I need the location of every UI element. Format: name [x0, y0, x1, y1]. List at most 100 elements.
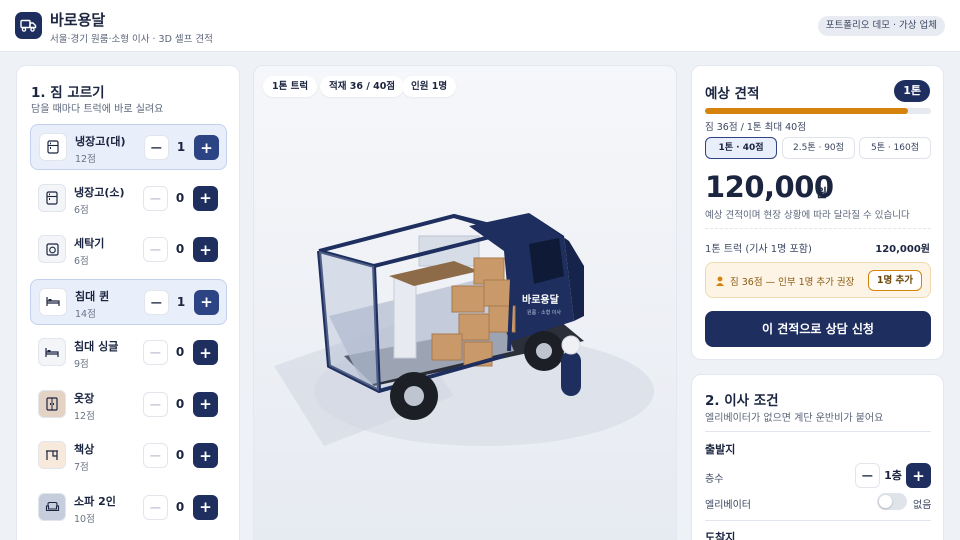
decrease-button[interactable]: − [144, 289, 169, 315]
truck-scene: 바로용달 원룸 · 소형 이사 [274, 213, 654, 446]
price-amount: 120,000 [705, 170, 834, 204]
truck-window [529, 238, 564, 284]
item-points: 14점 [75, 308, 96, 320]
add-crew-button[interactable]: 1명 추가 [867, 270, 922, 291]
bed-icon [39, 287, 67, 316]
item-quantity: 0 [175, 499, 185, 514]
conditions-title: 2. 이사 조건 [705, 393, 779, 409]
fridge-cargo [393, 275, 417, 359]
item-points: 6점 [74, 256, 89, 267]
increase-button[interactable]: + [193, 391, 218, 417]
origin-title: 출발지 [705, 443, 736, 456]
item-quantity: 1 [176, 140, 186, 154]
item-row[interactable]: 책상 7점 −0 + [30, 433, 227, 479]
item-points: 7점 [74, 462, 89, 473]
item-row[interactable]: 냉장고(대) 12점 −1 + [30, 124, 227, 170]
item-row[interactable]: 침대 퀸 14점 −1 + [30, 278, 227, 325]
item-points: 12점 [74, 410, 95, 422]
load-progress-fill [705, 108, 909, 114]
item-name: 소파 2인 [74, 494, 116, 508]
item-name: 냉장고(대) [75, 135, 126, 148]
item-name: 세탁기 [74, 237, 105, 250]
decrease-button[interactable]: − [143, 340, 168, 365]
price-note: 예상 견적이며 현장 상황에 따라 달라질 수 있습니다 [705, 210, 910, 221]
increase-button[interactable]: + [193, 443, 218, 468]
conditions-subtitle: 엘리베이터가 없으면 계단 운반비가 붙어요 [705, 413, 884, 424]
load-text: 짐 36점 / 1톤 최대 40점 [705, 122, 806, 133]
item-picker-panel: 1. 짐 고르기 담을 때마다 트럭에 바로 실려요 냉장고(대) 12점 −1 + 냉… [16, 65, 240, 540]
item-name: 옷장 [74, 391, 95, 405]
crew-figure [561, 335, 581, 396]
item-row[interactable]: 세탁기 6점 −0 + [30, 227, 227, 273]
item-row[interactable]: 침대 싱글 9점 −0 + [30, 330, 227, 376]
item-row[interactable]: 옷장 12점 −0 + [30, 382, 227, 428]
destination-title: 도착지 [705, 531, 736, 540]
bed-icon [38, 338, 66, 366]
decrease-button[interactable]: − [144, 135, 169, 160]
toggle-knob [879, 495, 892, 508]
decrease-button[interactable]: − [143, 443, 168, 468]
item-quantity: 0 [175, 396, 185, 411]
increase-button[interactable]: + [194, 289, 219, 315]
load-progress [705, 108, 931, 114]
consult-request-button[interactable]: 이 견적으로 상담 신청 [705, 311, 931, 347]
estimate-panel: 예상 견적 1톤 짐 36점 / 1톤 최대 40점 1톤 · 40점 2.5톤… [691, 65, 944, 360]
decrease-button[interactable]: − [143, 185, 168, 211]
item-name: 침대 퀸 [75, 289, 110, 303]
item-picker-subtitle: 담을 때마다 트럭에 바로 실려요 [31, 104, 164, 115]
estimate-title: 예상 견적 [705, 86, 760, 102]
divider [705, 431, 931, 432]
wardrobe-icon [38, 389, 66, 418]
logo[interactable] [15, 12, 42, 39]
elevator-label: 엘리베이터 [705, 500, 751, 511]
floor-decrease-button[interactable]: − [855, 463, 880, 488]
truck-size-badge: 1톤 [894, 80, 930, 102]
item-quantity: 1 [176, 294, 186, 309]
truck-icon [20, 19, 37, 32]
fridge-icon [38, 183, 66, 212]
worker-icon [716, 276, 724, 286]
demo-badge: 포트폴리오 데모 · 가상 업체 [817, 16, 945, 36]
line-item-value: 120,000원 [875, 244, 930, 255]
divider [705, 520, 931, 521]
brand-title: 바로용달 [50, 11, 106, 29]
app-header: 바로용달 서울·경기 원룸·소형 이사 · 3D 셀프 견적 포트폴리오 데모 … [0, 0, 960, 52]
decrease-button[interactable]: − [143, 237, 168, 262]
increase-button[interactable]: + [193, 340, 218, 365]
increase-button[interactable]: + [193, 237, 218, 262]
washer-icon [38, 235, 66, 263]
item-quantity: 0 [175, 190, 185, 205]
floor-label: 층수 [705, 474, 724, 485]
item-row[interactable]: 냉장고(소) 6점 −0 + [30, 176, 227, 222]
item-quantity: 0 [175, 448, 185, 462]
truck-sublabel: 원룸 · 소형 이사 [527, 309, 561, 316]
crew-warning-text: 짐 36점 — 인부 1명 추가 권장 [730, 277, 855, 288]
conditions-panel: 2. 이사 조건 엘리베이터가 없으면 계단 운반비가 붙어요 출발지 층수 −… [691, 374, 944, 540]
item-row[interactable]: 소파 2인 10점 −0 + [30, 485, 227, 531]
truck-option-2-5ton[interactable]: 2.5톤 · 90점 [782, 137, 855, 159]
divider [705, 228, 931, 229]
decrease-button[interactable]: − [143, 494, 168, 520]
desk-icon [38, 441, 66, 469]
item-quantity: 0 [175, 242, 185, 256]
item-name: 책상 [74, 443, 95, 456]
item-points: 9점 [74, 359, 89, 370]
increase-button[interactable]: + [194, 135, 219, 160]
item-name: 냉장고(소) [74, 185, 125, 199]
elevator-toggle[interactable] [877, 493, 907, 510]
truck-option-5ton[interactable]: 5톤 · 160점 [859, 137, 931, 159]
item-quantity: 0 [175, 345, 185, 359]
elevator-value: 없음 [913, 500, 932, 511]
increase-button[interactable]: + [193, 494, 218, 520]
item-points: 12점 [75, 154, 96, 165]
increase-button[interactable]: + [193, 185, 218, 211]
item-points: 10점 [74, 513, 95, 525]
floor-value: 1층 [884, 469, 902, 482]
truck-option-1ton[interactable]: 1톤 · 40점 [705, 137, 777, 159]
sofa-icon [38, 492, 66, 521]
truck-label: 바로용달 [522, 293, 560, 306]
decrease-button[interactable]: − [143, 391, 168, 417]
floor-increase-button[interactable]: + [906, 463, 931, 488]
crew-warning: 짐 36점 — 인부 1명 추가 권장 1명 추가 [705, 262, 931, 298]
truck-3d-view[interactable]: 1톤 트럭 적재 36 / 40점 인원 1명 바로용달 원룸 · 소형 이사 [253, 65, 677, 540]
